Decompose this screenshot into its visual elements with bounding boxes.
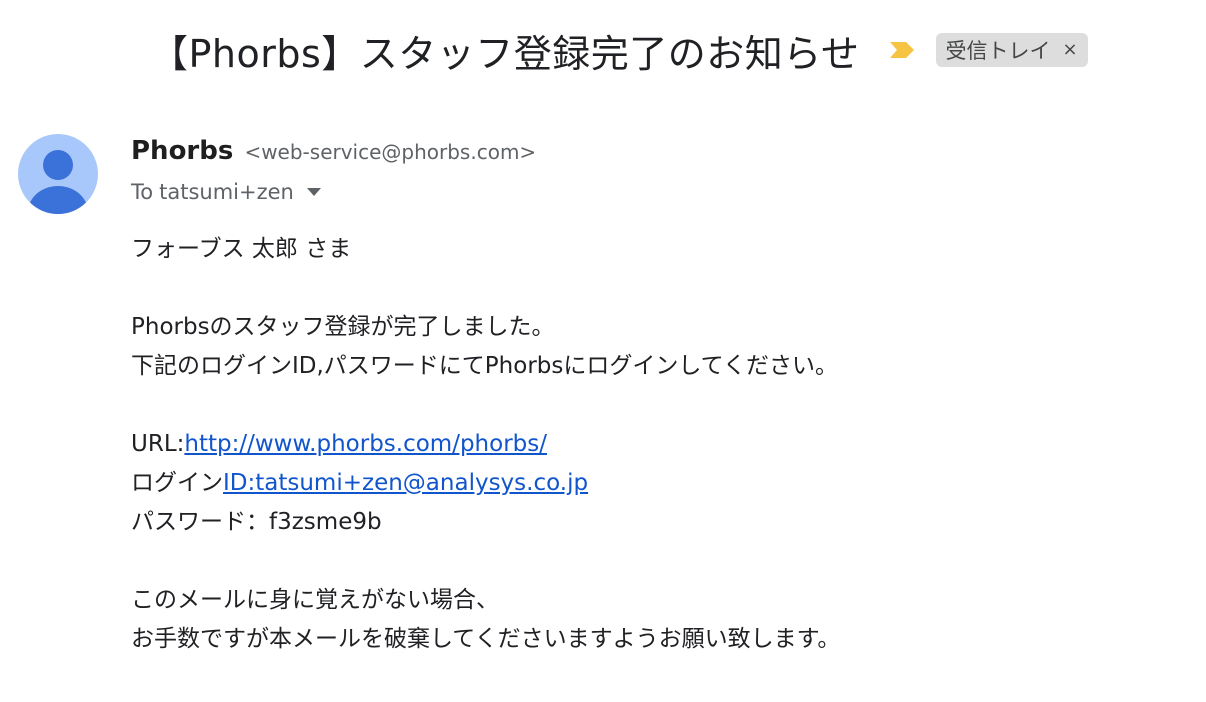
url-label: URL:: [131, 431, 185, 457]
sender-line: Phorbs <web-service@phorbs.com>: [131, 136, 536, 166]
importance-marker-icon[interactable]: [888, 38, 916, 62]
url-link[interactable]: http://www.phorbs.com/phorbs/: [184, 431, 547, 457]
recipients-line: To tatsumi+zen: [131, 180, 322, 204]
sender-name[interactable]: Phorbs: [131, 136, 233, 166]
login-id-link[interactable]: ID:tatsumi+zen@analysys.co.jp: [223, 470, 588, 496]
label-chip-text: 受信トレイ: [945, 39, 1051, 63]
email-subject: 【Phorbs】スタッフ登録完了のお知らせ: [150, 31, 860, 76]
greeting: フォーブス 太郎 さま: [131, 236, 352, 262]
subject-row: 【Phorbs】スタッフ登録完了のお知らせ 受信トレイ ×: [150, 22, 1176, 78]
login-label: ログイン: [131, 470, 223, 496]
closing-line-1: このメールに身に覚えがない場合、: [131, 587, 499, 613]
recipient-name: tatsumi+zen: [159, 180, 294, 204]
body-line-2: 下記のログインID,パスワードにてPhorbsにログインしてください。: [131, 353, 838, 379]
url-line: URL:http://www.phorbs.com/phorbs/: [131, 425, 1171, 464]
remove-label-close-icon[interactable]: ×: [1063, 41, 1078, 59]
email-body: フォーブス 太郎 さま Phorbsのスタッフ登録が完了しました。 下記のログイ…: [131, 230, 1171, 659]
email-view: 【Phorbs】スタッフ登録完了のお知らせ 受信トレイ × Phorbs <we…: [0, 0, 1206, 702]
label-chip-inbox[interactable]: 受信トレイ ×: [935, 33, 1088, 67]
closing-line-2: お手数ですが本メールを破棄してくださいますようお願い致します。: [131, 626, 841, 652]
to-label: To: [131, 180, 154, 204]
person-icon: [28, 150, 88, 214]
body-line-1: Phorbsのスタッフ登録が完了しました。: [131, 314, 555, 340]
password-line: パスワード：f3zsme9b: [131, 509, 382, 535]
sender-avatar[interactable]: [18, 134, 98, 214]
login-line: ログインID:tatsumi+zen@analysys.co.jp: [131, 464, 1171, 503]
show-details-chevron-down-icon[interactable]: [306, 187, 322, 197]
sender-email: <web-service@phorbs.com>: [244, 140, 537, 164]
